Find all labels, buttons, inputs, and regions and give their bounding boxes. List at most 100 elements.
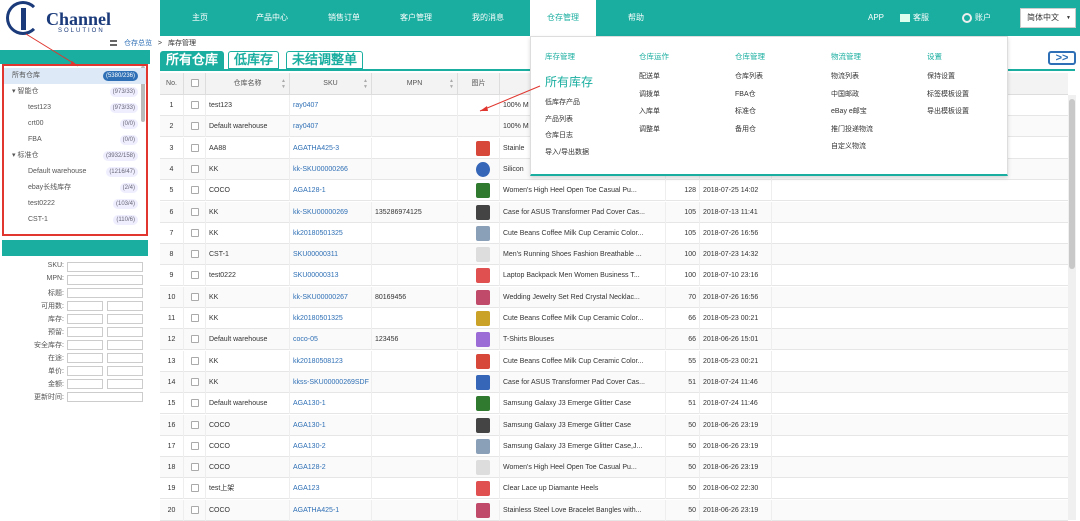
table-row[interactable]: 8 CST-1 SKU00000311 Men's Running Shoes Fas… (160, 244, 1068, 266)
filter-range-input[interactable] (107, 327, 143, 337)
row-checkbox[interactable] (191, 441, 199, 450)
row-checkbox[interactable] (191, 101, 199, 109)
service-link[interactable]: 客服 (900, 0, 929, 36)
account-link[interactable]: 账户 (962, 0, 991, 36)
filter-range-input[interactable] (107, 301, 143, 311)
row-checkbox[interactable] (191, 164, 199, 173)
mega-menu-item[interactable]: 仓库日志 (545, 130, 573, 140)
row-checkbox[interactable] (191, 143, 199, 152)
mega-menu-item[interactable]: 低库存产品 (545, 97, 580, 107)
mega-menu-item[interactable]: 保持设置 (927, 71, 955, 81)
filter-range-input[interactable] (107, 340, 143, 350)
filter-input[interactable] (67, 262, 143, 272)
column-header[interactable]: MPN ▲ ▼ (372, 73, 458, 95)
sku-link[interactable]: SKU00000313 (290, 265, 372, 287)
sku-link[interactable]: kk20180501325 (290, 308, 372, 329)
table-scrollbar[interactable] (1068, 95, 1076, 520)
nav-item[interactable]: 客户管理 (384, 0, 448, 36)
table-row[interactable]: 19 test上架 AGA123 Clear Lace up Diamante Hee… (160, 478, 1068, 500)
nav-item[interactable]: 帮助 (612, 0, 660, 36)
mega-menu-item[interactable]: 标签模板设置 (927, 89, 969, 99)
sku-link[interactable]: AGA130-1 (290, 414, 372, 436)
sku-link[interactable]: AGA128-2 (290, 457, 372, 479)
table-row[interactable]: 13 KK kk20180508123 Cute Beans Coffee Milk … (160, 350, 1068, 372)
nav-item[interactable]: 主页 (172, 0, 228, 36)
filter-input[interactable] (67, 392, 143, 402)
column-header[interactable]: 图片 (458, 73, 500, 95)
tree-item[interactable]: ebay长线库存 (2/4) (4, 180, 146, 196)
row-checkbox[interactable] (191, 420, 199, 429)
table-row[interactable]: 16 COCO AGA130-1 Samsung Galaxy J3 Emerge G… (160, 414, 1068, 436)
filter-range-input[interactable] (67, 366, 103, 376)
filter-range-input[interactable] (67, 327, 103, 337)
sku-link[interactable]: kk-SKU00000267 (290, 286, 372, 308)
column-header[interactable]: SKU ▲ ▼ (290, 73, 372, 95)
menu-icon[interactable] (110, 40, 117, 47)
sku-link[interactable]: kk-SKU00000266 (290, 158, 372, 180)
nav-item[interactable]: 仓存管理 (530, 0, 596, 36)
row-checkbox[interactable] (191, 399, 199, 408)
row-checkbox[interactable] (191, 505, 199, 514)
tree-item[interactable]: crt00 (0/0) (4, 116, 146, 132)
breadcrumb-parent[interactable]: 仓存总览 (124, 40, 152, 47)
mega-menu-item[interactable]: 中国邮政 (831, 89, 859, 99)
sku-link[interactable]: kk20180508123 (290, 350, 372, 372)
nav-item[interactable]: 销售订单 (312, 0, 376, 36)
column-header[interactable]: 仓库名称 ▲ ▼ (206, 73, 290, 95)
tree-item[interactable]: ▾ 智能仓 (973/33) (4, 84, 146, 100)
mega-menu-item[interactable]: 物流列表 (831, 71, 859, 81)
filter-input[interactable] (67, 275, 143, 285)
filter-range-input[interactable] (107, 314, 143, 324)
mega-menu-item[interactable]: 标准仓 (735, 106, 756, 116)
row-checkbox[interactable] (191, 335, 199, 344)
table-row[interactable]: 14 KK kkss-SKU00000269SDF Case for ASUS Tra… (160, 371, 1068, 393)
expand-button[interactable]: >> (1048, 51, 1076, 65)
mega-menu-item[interactable]: 产品列表 (545, 114, 573, 124)
tree-item[interactable]: Default warehouse (1216/47) (4, 164, 146, 180)
filter-range-input[interactable] (67, 353, 103, 363)
table-row[interactable]: 6 KK kk-SKU00000269 135286974125 Case for AS… (160, 201, 1068, 223)
row-checkbox[interactable] (191, 356, 199, 365)
sku-link[interactable]: AGA128-1 (290, 180, 372, 202)
row-checkbox[interactable] (191, 463, 199, 472)
table-row[interactable]: 15 Default warehouse AGA130-1 Samsung Galax… (160, 393, 1068, 415)
table-row[interactable]: 7 KK kk20180501325 Cute Beans Coffee Milk C… (160, 222, 1068, 244)
table-row[interactable]: 5 COCO AGA128-1 Women's High Heel Open Toe … (160, 180, 1068, 202)
sku-link[interactable]: ray0407 (290, 116, 372, 138)
filter-range-input[interactable] (67, 379, 103, 389)
row-checkbox[interactable] (191, 207, 199, 216)
row-checkbox[interactable] (191, 122, 199, 131)
sku-link[interactable]: AGA123 (290, 478, 372, 500)
row-checkbox[interactable] (191, 377, 199, 386)
mega-menu-item[interactable]: 导出模板设置 (927, 106, 969, 116)
sku-link[interactable]: coco-05 (290, 329, 372, 351)
column-header[interactable]: No. (160, 73, 184, 95)
table-row[interactable]: 9 test0222 SKU00000313 Laptop Backpack Men … (160, 265, 1068, 287)
mega-menu-item[interactable]: 调整单 (639, 124, 660, 134)
sku-link[interactable]: kk-SKU00000269 (290, 201, 372, 223)
table-row[interactable]: 10 KK kk-SKU00000267 80169456 Wedding Jewelr… (160, 286, 1068, 308)
filter-range-input[interactable] (67, 340, 103, 350)
row-checkbox[interactable] (191, 484, 199, 493)
tree-item[interactable]: CST-1 (110/6) (4, 212, 146, 228)
row-checkbox[interactable] (191, 314, 199, 322)
mega-menu-item[interactable]: 自定义物流 (831, 141, 866, 151)
sort-icon[interactable]: ▲ ▼ (281, 78, 286, 90)
column-header[interactable] (184, 73, 206, 95)
table-row[interactable]: 12 Default warehouse coco-05 123456 T-Shirts… (160, 329, 1068, 351)
row-checkbox[interactable] (191, 186, 199, 195)
table-row[interactable]: 17 COCO AGA130-2 Samsung Galaxy J3 Emerge G… (160, 435, 1068, 457)
tree-item[interactable]: test0222 (103/4) (4, 196, 146, 212)
mega-menu-item[interactable]: 导入/导出数据 (545, 147, 589, 157)
mega-menu-item[interactable]: 入库单 (639, 106, 660, 116)
sku-link[interactable]: SKU00000311 (290, 244, 372, 266)
sku-link[interactable]: AGA130-1 (290, 393, 372, 415)
table-row[interactable]: 11 KK kk20180501325 Cute Beans Coffee Milk … (160, 308, 1068, 329)
nav-item[interactable]: 我的消息 (456, 0, 520, 36)
sku-link[interactable]: kkss-SKU00000269SDF (290, 371, 372, 393)
filter-range-input[interactable] (67, 314, 103, 324)
nav-item[interactable]: 产品中心 (240, 0, 304, 36)
logo[interactable]: Channel SOLUTION (0, 0, 160, 36)
tab-open-adjustments[interactable]: 未结调整单 (286, 51, 364, 69)
sku-link[interactable]: kk20180501325 (290, 222, 372, 244)
